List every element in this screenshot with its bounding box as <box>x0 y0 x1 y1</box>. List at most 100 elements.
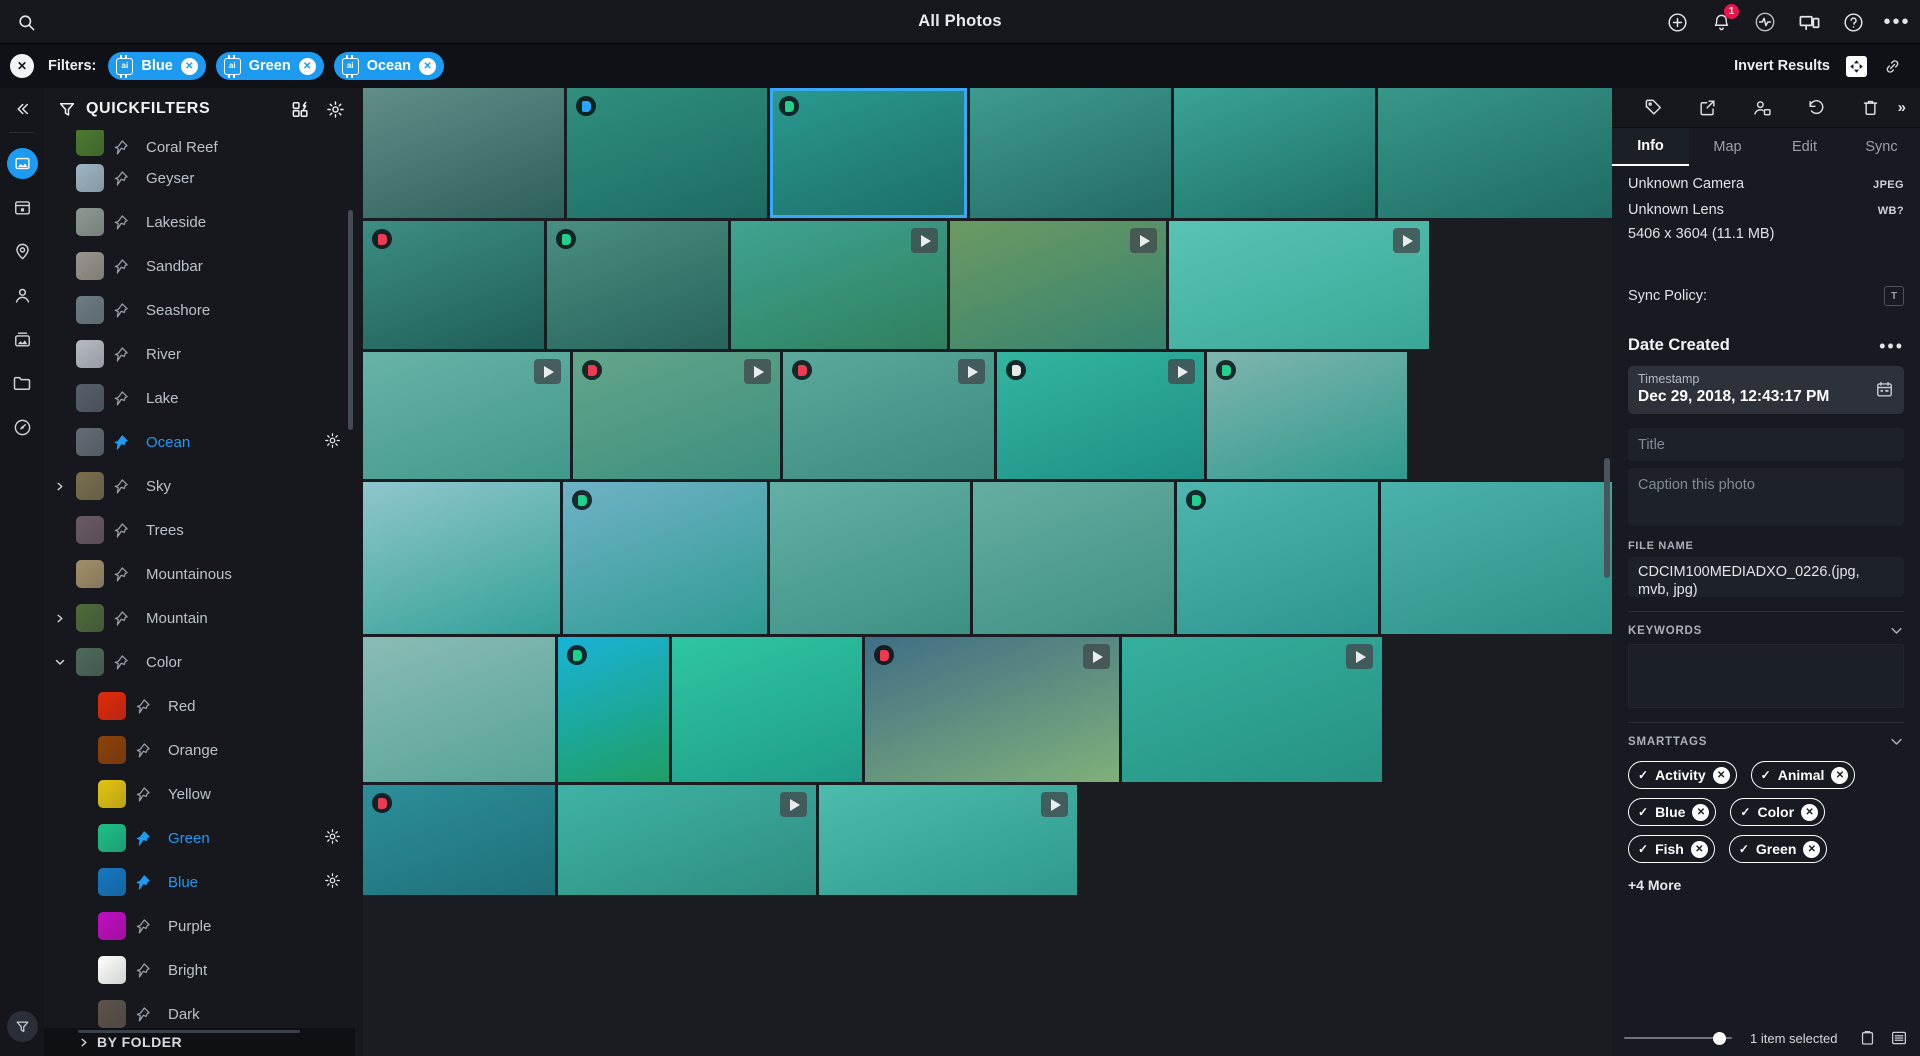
rating-flag-badge[interactable] <box>792 360 812 380</box>
gear-icon[interactable] <box>324 432 341 449</box>
quickfilters-list[interactable]: Coral ReefGeyserLakesideSandbarSeashoreR… <box>44 130 355 1028</box>
pin-icon[interactable] <box>134 830 164 847</box>
photo-thumbnail[interactable] <box>1378 88 1612 218</box>
photo-thumbnail[interactable] <box>770 88 967 218</box>
play-video-icon[interactable] <box>780 792 807 817</box>
rating-flag-badge[interactable] <box>556 229 576 249</box>
expand-panel-button[interactable]: » <box>1898 99 1906 116</box>
list-view-icon[interactable] <box>1890 1029 1908 1047</box>
sidebar-item-photos[interactable] <box>2 141 42 185</box>
help-icon[interactable] <box>1838 7 1868 37</box>
devices-icon[interactable] <box>1794 7 1824 37</box>
play-video-icon[interactable] <box>1041 792 1068 817</box>
activity-icon[interactable] <box>1750 7 1780 37</box>
photo-thumbnail[interactable] <box>731 221 947 349</box>
calendar-icon[interactable] <box>1875 380 1894 399</box>
smarttag-animal[interactable]: ✓Animal✕ <box>1751 761 1856 789</box>
pin-icon[interactable] <box>112 566 142 583</box>
remove-smarttag-icon[interactable]: ✕ <box>1803 841 1820 858</box>
pin-icon[interactable] <box>112 390 142 407</box>
photo-thumbnail[interactable] <box>363 785 555 895</box>
remove-smarttag-icon[interactable]: ✕ <box>1692 804 1709 821</box>
gear-icon[interactable] <box>324 828 341 845</box>
pin-icon[interactable] <box>134 698 164 715</box>
gear-icon[interactable] <box>324 872 341 889</box>
remove-smarttag-icon[interactable]: ✕ <box>1691 841 1708 858</box>
tab-map[interactable]: Map <box>1689 128 1766 166</box>
date-created-menu-icon[interactable]: ••• <box>1879 341 1904 351</box>
photo-thumbnail[interactable] <box>547 221 728 349</box>
pin-icon[interactable] <box>134 742 164 759</box>
expand-arrows-icon[interactable] <box>1846 56 1867 77</box>
rating-flag-badge[interactable] <box>1006 360 1026 380</box>
play-video-icon[interactable] <box>911 228 938 253</box>
smarttags-header[interactable]: SMARTTAGS <box>1628 734 1904 749</box>
photo-thumbnail[interactable] <box>363 221 544 349</box>
play-video-icon[interactable] <box>1393 228 1420 253</box>
link-icon[interactable] <box>1883 57 1902 76</box>
quickfilter-item-yellow[interactable]: Yellow <box>44 772 355 816</box>
quickfilter-item-color[interactable]: Color <box>44 640 355 684</box>
play-video-icon[interactable] <box>958 359 985 384</box>
play-video-icon[interactable] <box>744 359 771 384</box>
pin-icon[interactable] <box>112 139 142 156</box>
smart-grid-icon[interactable] <box>291 100 310 119</box>
bell-icon[interactable]: 1 <box>1706 7 1736 37</box>
rating-flag-badge[interactable] <box>1186 490 1206 510</box>
filter-chip-blue[interactable]: aiBlue✕ <box>108 52 205 80</box>
more-smarttags-button[interactable]: +4 More <box>1628 877 1904 893</box>
quickfilter-item-mountain[interactable]: Mountain <box>44 596 355 640</box>
filter-chip-ocean[interactable]: aiOcean✕ <box>334 52 444 80</box>
quickfilter-item-mountainous[interactable]: Mountainous <box>44 552 355 596</box>
photo-thumbnail[interactable] <box>363 88 564 218</box>
gear-icon[interactable] <box>326 100 345 119</box>
photo-thumbnail[interactable] <box>567 88 767 218</box>
tag-icon[interactable] <box>1626 98 1680 117</box>
chevron-down-icon[interactable] <box>1889 734 1904 749</box>
quickfilter-item-bright[interactable]: Bright <box>44 948 355 992</box>
remove-smarttag-icon[interactable]: ✕ <box>1831 767 1848 784</box>
photo-thumbnail[interactable] <box>970 88 1171 218</box>
smarttag-fish[interactable]: ✓Fish✕ <box>1628 835 1715 863</box>
remove-smarttag-icon[interactable]: ✕ <box>1801 804 1818 821</box>
slider-knob[interactable] <box>1713 1032 1726 1045</box>
share-icon[interactable] <box>1680 98 1734 117</box>
photo-thumbnail[interactable] <box>363 482 560 634</box>
rating-flag-badge[interactable] <box>582 360 602 380</box>
person-tag-icon[interactable] <box>1735 98 1789 118</box>
photo-thumbnail[interactable] <box>558 637 669 782</box>
clipboard-icon[interactable] <box>1859 1029 1876 1047</box>
tab-sync[interactable]: Sync <box>1843 128 1920 166</box>
filename-value[interactable]: CDCIM100MEDIADXO_0226.(jpg, mvb, jpg) <box>1628 557 1904 597</box>
quickfilter-item-orange[interactable]: Orange <box>44 728 355 772</box>
tab-edit[interactable]: Edit <box>1766 128 1843 166</box>
pin-icon[interactable] <box>134 962 164 979</box>
pin-icon[interactable] <box>134 1006 164 1023</box>
quickfilter-item-geyser[interactable]: Geyser <box>44 156 355 200</box>
sync-policy-value[interactable]: T <box>1884 286 1904 306</box>
photo-thumbnail[interactable] <box>1122 637 1382 782</box>
quickfilter-item-purple[interactable]: Purple <box>44 904 355 948</box>
photo-thumbnail[interactable] <box>1207 352 1407 479</box>
photo-thumbnail[interactable] <box>1177 482 1378 634</box>
filter-funnel-icon[interactable] <box>7 1011 38 1042</box>
quickfilter-item-coral-reef[interactable]: Coral Reef <box>44 130 355 156</box>
sidebar-item-places[interactable] <box>2 229 42 273</box>
caption-input[interactable]: Caption this photo <box>1628 468 1904 526</box>
smarttag-blue[interactable]: ✓Blue✕ <box>1628 798 1716 826</box>
pin-icon[interactable] <box>112 654 142 671</box>
quickfilter-item-sky[interactable]: Sky <box>44 464 355 508</box>
photo-thumbnail[interactable] <box>1169 221 1429 349</box>
quickfilter-item-trees[interactable]: Trees <box>44 508 355 552</box>
quickfilter-item-seashore[interactable]: Seashore <box>44 288 355 332</box>
photo-thumbnail[interactable] <box>563 482 767 634</box>
timestamp-field[interactable]: Timestamp Dec 29, 2018, 12:43:17 PM <box>1628 366 1904 414</box>
quickfilter-item-dark[interactable]: Dark <box>44 992 355 1028</box>
quickfilters-scrollbar[interactable] <box>348 210 353 430</box>
quickfilter-item-lake[interactable]: Lake <box>44 376 355 420</box>
pin-icon[interactable] <box>112 214 142 231</box>
tab-info[interactable]: Info <box>1612 128 1689 166</box>
photo-thumbnail[interactable] <box>363 637 555 782</box>
pin-icon[interactable] <box>134 874 164 891</box>
photo-thumbnail[interactable] <box>1381 482 1612 634</box>
